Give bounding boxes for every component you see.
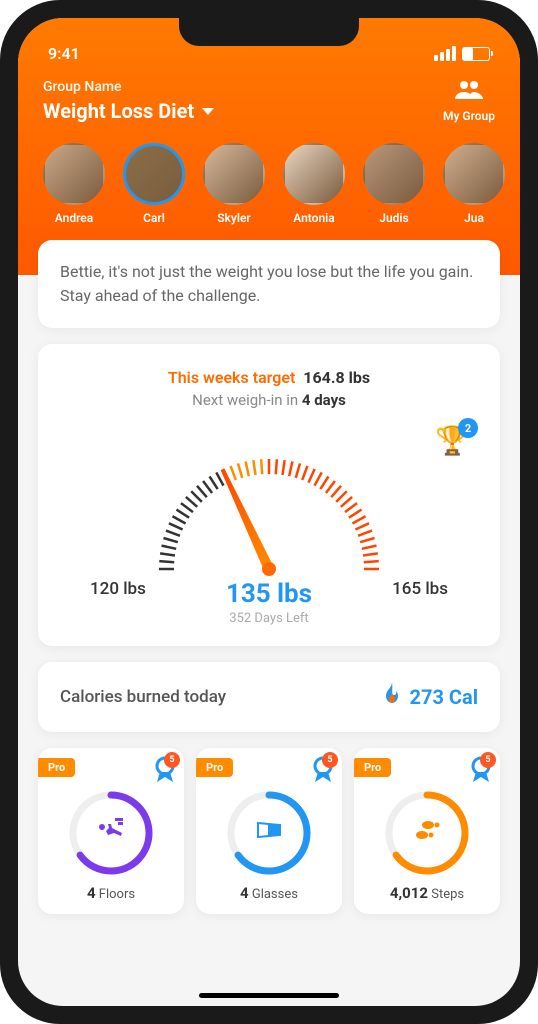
weighin-prefix: Next weigh-in in	[192, 391, 302, 409]
stat-ring	[382, 788, 472, 878]
stat-value: 4 Glasses	[208, 884, 330, 902]
stat-card[interactable]: Pro 5 4 Floors	[38, 748, 184, 914]
gauge-meter	[129, 429, 409, 579]
group-selector[interactable]: Group Name Weight Loss Diet	[43, 79, 214, 123]
avatar-image	[203, 143, 265, 205]
stat-value: 4,012 Steps	[366, 884, 488, 902]
avatar-name: Judis	[363, 211, 425, 225]
stat-value: 4 Floors	[50, 884, 172, 902]
group-label: Group Name	[43, 79, 214, 95]
trophy-icon: 🏆 2	[435, 424, 470, 457]
calories-card[interactable]: Calories burned today 273 Cal	[38, 662, 500, 732]
message-card: Bettie, it's not just the weight you los…	[38, 240, 500, 328]
stat-icon	[414, 817, 440, 849]
calories-label: Calories burned today	[60, 687, 226, 707]
stat-card[interactable]: Pro 5 4 Glasses	[196, 748, 342, 914]
my-group-label: My Group	[443, 109, 495, 123]
avatar-item[interactable]: Andrea	[43, 143, 105, 225]
medal-icon: 5	[470, 756, 492, 789]
medal-icon: 5	[312, 756, 334, 789]
home-indicator[interactable]	[199, 993, 339, 998]
target-value: 164.8 lbs	[303, 368, 370, 387]
group-name: Weight Loss Diet	[43, 99, 214, 123]
avatar-name: Andrea	[43, 211, 105, 225]
avatar-item[interactable]: Judis	[363, 143, 425, 225]
pro-badge: Pro	[196, 758, 233, 777]
pro-badge: Pro	[38, 758, 75, 777]
battery-icon	[462, 47, 490, 61]
avatar-image	[443, 143, 505, 205]
signal-icon	[434, 46, 456, 61]
stats-row: Pro 5 4 Floors Pro 5 4 Glasses Pro	[38, 748, 500, 914]
weighin-days: 4 days	[302, 391, 346, 409]
target-line: This weeks target 164.8 lbs	[60, 368, 478, 387]
phone-screen: 9:41 Group Name Weight Loss Diet	[18, 18, 520, 1006]
stat-ring	[224, 788, 314, 878]
medal-wrap: 5	[154, 756, 176, 789]
weighin-line: Next weigh-in in 4 days	[60, 391, 478, 409]
gauge-current-value: 135 lbs	[226, 579, 312, 609]
gauge-current: 135 lbs 352 Days Left	[226, 579, 312, 626]
stat-icon	[259, 817, 279, 849]
flame-icon	[382, 682, 402, 712]
avatar-image	[283, 143, 345, 205]
gauge-labels: 120 lbs 135 lbs 352 Days Left 165 lbs	[60, 579, 478, 626]
status-icons	[434, 46, 490, 61]
status-time: 9:41	[48, 44, 80, 63]
medal-icon: 5	[154, 756, 176, 789]
my-group-button[interactable]: My Group	[443, 79, 495, 123]
avatar-item[interactable]: Antonia	[283, 143, 345, 225]
medal-wrap: 5	[312, 756, 334, 789]
stat-card[interactable]: Pro 5 4,012 Steps	[354, 748, 500, 914]
trophy-badge: 2	[458, 418, 478, 438]
chevron-down-icon	[202, 108, 214, 115]
header: 9:41 Group Name Weight Loss Diet	[18, 18, 520, 275]
avatar-item[interactable]: Jua	[443, 143, 505, 225]
people-icon	[443, 79, 495, 107]
avatar-name: Jua	[443, 211, 505, 225]
avatar-name: Carl	[123, 211, 185, 225]
medal-wrap: 5	[470, 756, 492, 789]
avatar-name: Skyler	[203, 211, 265, 225]
gauge-card[interactable]: This weeks target 164.8 lbs Next weigh-i…	[38, 344, 500, 646]
stat-icon	[98, 817, 124, 849]
target-label: This weeks target	[168, 368, 295, 387]
pro-badge: Pro	[354, 758, 391, 777]
group-name-text: Weight Loss Diet	[43, 99, 194, 123]
avatar-item[interactable]: Skyler	[203, 143, 265, 225]
avatars-row[interactable]: Andrea Carl Skyler Antonia Judis Jua	[18, 143, 520, 225]
phone-frame: 9:41 Group Name Weight Loss Diet	[0, 0, 538, 1024]
medal-badge: 5	[480, 752, 496, 768]
avatar-image	[363, 143, 425, 205]
gauge-min: 120 lbs	[90, 579, 146, 599]
avatar-image	[123, 143, 185, 205]
avatar-name: Antonia	[283, 211, 345, 225]
medal-badge: 5	[164, 752, 180, 768]
stat-ring	[66, 788, 156, 878]
gauge-max: 165 lbs	[392, 579, 448, 599]
header-row: Group Name Weight Loss Diet My Group	[18, 79, 520, 143]
message-text: Bettie, it's not just the weight you los…	[60, 260, 478, 308]
notch	[179, 18, 359, 46]
calories-value: 273 Cal	[382, 682, 478, 712]
calories-number: 273 Cal	[410, 685, 478, 709]
avatar-item[interactable]: Carl	[123, 143, 185, 225]
gauge-days-left: 352 Days Left	[226, 611, 312, 626]
content: Bettie, it's not just the weight you los…	[18, 240, 520, 914]
trophy-wrap: 🏆 2	[435, 424, 470, 457]
avatar-image	[43, 143, 105, 205]
medal-badge: 5	[322, 752, 338, 768]
